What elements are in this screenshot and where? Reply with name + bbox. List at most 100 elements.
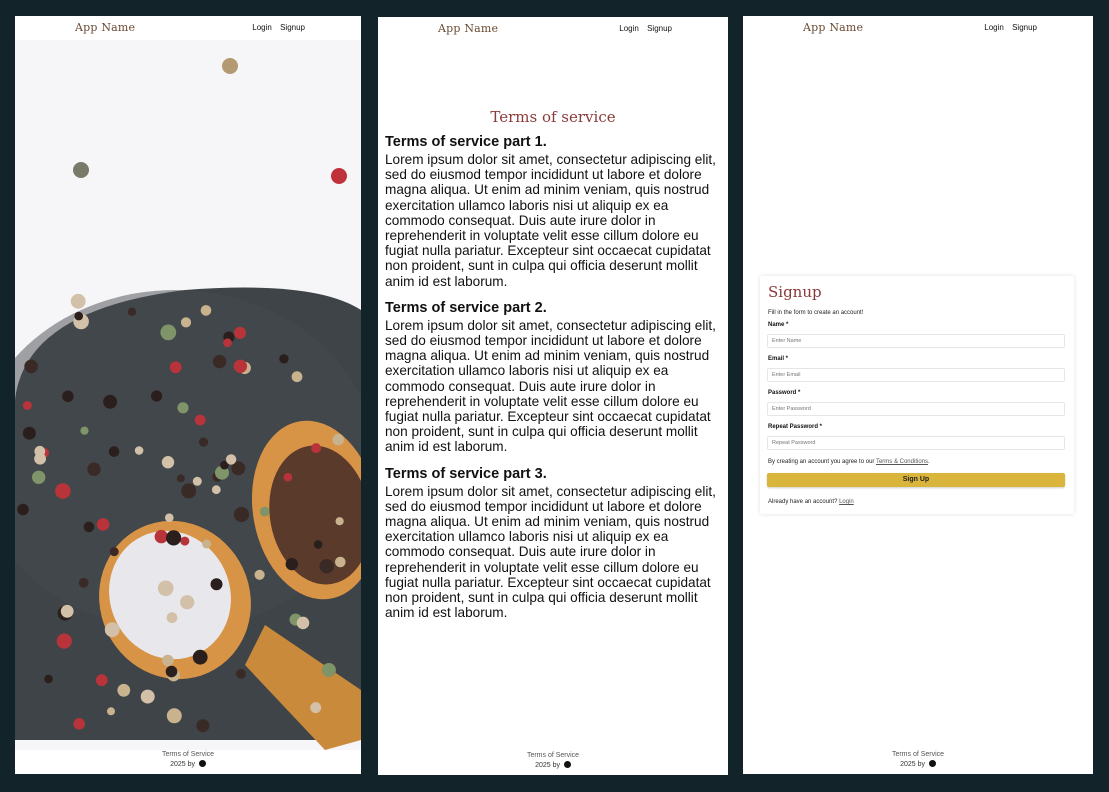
repeat-password-input[interactable] — [767, 436, 1065, 450]
footer-tos-link[interactable]: Terms of Service — [743, 750, 1093, 760]
peppercorn — [180, 536, 190, 546]
peppercorn — [233, 506, 250, 523]
section-heading: Terms of service part 1. — [385, 134, 547, 150]
peppercorn — [73, 718, 85, 730]
peppercorn — [104, 622, 120, 638]
peppercorn — [319, 559, 334, 574]
peppercorn — [181, 483, 197, 499]
navbar: App Name Login Signup — [378, 17, 728, 41]
footer-copyright: 2025 by — [170, 761, 195, 768]
nav-signup-link[interactable]: Signup — [1012, 23, 1037, 32]
terms-link[interactable]: Terms & Conditions — [876, 459, 928, 465]
nav-links: Login Signup — [978, 23, 1037, 32]
peppercorn — [56, 633, 72, 649]
peppercorn — [192, 649, 208, 665]
page-title: Terms of service — [490, 108, 616, 126]
peppercorn — [109, 547, 119, 557]
landing-panel: App Name Login Signup Terms of Service 2… — [15, 16, 361, 774]
peppercorn — [140, 689, 155, 704]
peppercorn — [80, 426, 89, 435]
navbar: App Name Login Signup — [743, 16, 1093, 40]
peppercorn — [335, 556, 346, 568]
nav-signup-link[interactable]: Signup — [280, 23, 305, 32]
peppercorn — [96, 518, 110, 531]
peppercorn — [180, 317, 192, 328]
peppercorn — [134, 446, 144, 455]
terms-suffix: . — [928, 459, 930, 465]
terms-section: Terms of service part 1. Lorem ipsum dol… — [385, 133, 724, 289]
hero-image — [15, 40, 361, 750]
repeat-password-label: Repeat Password * — [768, 424, 823, 430]
peppercorn — [161, 456, 175, 469]
peppercorn — [169, 361, 182, 374]
spices-illustration — [15, 40, 361, 750]
peppercorn — [154, 529, 168, 544]
peppercorn — [332, 433, 345, 446]
signup-subtitle: Fill in the form to create an account! — [768, 310, 864, 316]
password-input[interactable] — [767, 402, 1065, 416]
terms-section: Terms of service part 3. Lorem ipsum dol… — [385, 465, 724, 621]
brand-logo[interactable]: App Name — [803, 21, 863, 34]
peppercorn — [222, 58, 238, 74]
peppercorn — [70, 293, 86, 309]
login-link[interactable]: Login — [839, 499, 854, 505]
github-icon[interactable] — [928, 760, 936, 767]
email-input[interactable] — [767, 368, 1065, 382]
section-body: Lorem ipsum dolor sit amet, consectetur … — [385, 483, 716, 621]
footer-copyright: 2025 by — [535, 762, 560, 769]
peppercorn — [165, 665, 178, 678]
peppercorn — [212, 354, 227, 369]
section-body: Lorem ipsum dolor sit amet, consectetur … — [385, 317, 716, 455]
peppercorn — [200, 305, 212, 316]
peppercorn — [165, 513, 174, 522]
signup-button[interactable]: Sign Up — [767, 473, 1065, 487]
peppercorn — [296, 616, 310, 630]
peppercorn — [331, 168, 347, 184]
peppercorn — [22, 401, 32, 410]
footer: Terms of Service 2025 by — [743, 750, 1093, 770]
signup-title: Signup — [768, 283, 822, 301]
github-icon[interactable] — [198, 760, 206, 767]
terms-body: Terms of service part 1. Lorem ipsum dol… — [385, 133, 724, 630]
nav-login-link[interactable]: Login — [252, 23, 272, 32]
peppercorn — [83, 521, 95, 533]
nav-login-link[interactable]: Login — [619, 24, 639, 33]
nav-login-link[interactable]: Login — [984, 23, 1004, 32]
peppercorn — [127, 307, 137, 316]
footer-tos-link[interactable]: Terms of Service — [15, 750, 361, 760]
peppercorn — [95, 674, 108, 687]
peppercorn — [291, 371, 303, 383]
peppercorn — [225, 454, 237, 465]
peppercorn — [311, 443, 322, 454]
peppercorn — [55, 483, 71, 499]
peppercorn — [210, 578, 223, 591]
peppercorn — [321, 663, 336, 677]
peppercorn — [194, 414, 206, 426]
peppercorn — [176, 474, 185, 483]
brand-logo[interactable]: App Name — [438, 22, 498, 35]
nav-links: Login Signup — [246, 23, 305, 32]
github-icon[interactable] — [563, 761, 571, 768]
peppercorn — [313, 540, 323, 549]
signup-card: Signup Fill in the form to create an acc… — [760, 276, 1074, 514]
peppercorn — [157, 580, 174, 597]
peppercorn — [24, 359, 38, 374]
peppercorn — [32, 470, 46, 484]
footer-tos-link[interactable]: Terms of Service — [378, 751, 728, 761]
peppercorn — [44, 674, 53, 684]
section-body: Lorem ipsum dolor sit amet, consectetur … — [385, 152, 716, 289]
peppercorn — [62, 390, 74, 403]
peppercorn — [259, 506, 270, 517]
terms-section: Terms of service part 2. Lorem ipsum dol… — [385, 299, 724, 455]
peppercorn — [162, 654, 174, 667]
brand-logo[interactable]: App Name — [75, 21, 135, 34]
peppercorn — [117, 683, 131, 697]
peppercorn — [166, 708, 182, 724]
peppercorn — [166, 530, 182, 546]
name-input[interactable] — [767, 334, 1065, 348]
nav-signup-link[interactable]: Signup — [647, 24, 672, 33]
peppercorn — [211, 485, 221, 495]
peppercorn — [108, 446, 120, 457]
peppercorn — [103, 394, 118, 409]
peppercorn — [254, 569, 265, 580]
